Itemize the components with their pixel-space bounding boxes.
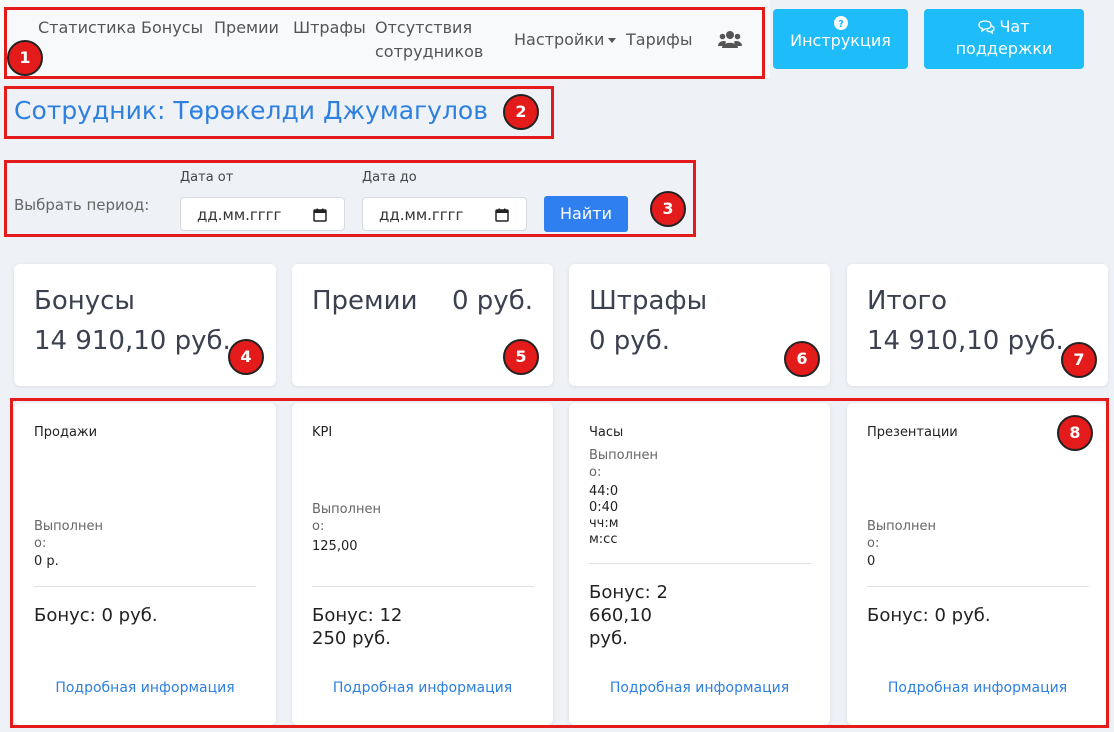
highlight-box-8 — [10, 398, 1109, 728]
annotation-badge: 2 — [503, 94, 539, 130]
annotation-badge: 5 — [503, 339, 539, 375]
svg-text:?: ? — [838, 19, 844, 30]
highlight-box-1 — [4, 7, 765, 79]
summary-value: 14 910,10 руб. — [867, 326, 1064, 356]
summary-title: Бонусы — [34, 286, 135, 316]
chat-label-line1: Чат — [999, 17, 1030, 36]
question-circle-icon: ? — [833, 16, 848, 30]
annotation-badge: 4 — [228, 339, 264, 375]
summary-title: Итого — [867, 286, 948, 316]
summary-value: 0 руб. — [452, 286, 533, 316]
instruction-label: Инструкция — [790, 31, 891, 50]
summary-value: 14 910,10 руб. — [34, 326, 231, 356]
instruction-button[interactable]: ? Инструкция — [773, 9, 908, 69]
summary-title: Премии — [312, 286, 418, 316]
summary-title: Штрафы — [589, 286, 708, 316]
support-chat-button[interactable]: Чат поддержки — [924, 9, 1084, 69]
annotation-badge: 7 — [1061, 342, 1097, 378]
chat-icon — [978, 20, 996, 34]
highlight-box-2 — [4, 86, 554, 139]
highlight-box-3 — [4, 160, 696, 237]
annotation-badge: 3 — [650, 191, 686, 227]
annotation-badge: 6 — [784, 341, 820, 377]
summary-value: 0 руб. — [589, 326, 670, 356]
annotation-badge: 8 — [1057, 415, 1093, 451]
chat-label-line2: поддержки — [955, 39, 1053, 58]
annotation-badge: 1 — [7, 40, 43, 76]
